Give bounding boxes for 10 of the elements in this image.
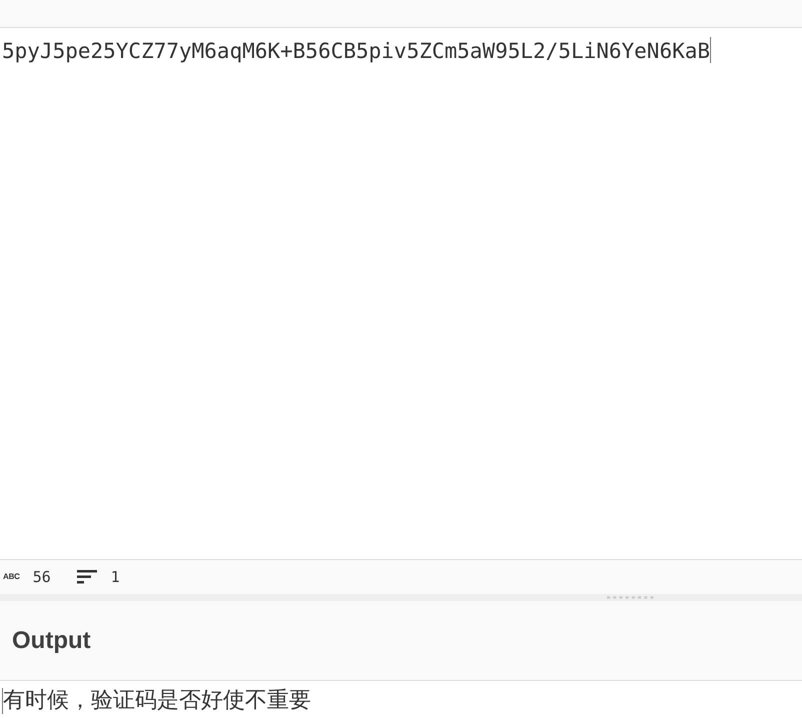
text-cursor xyxy=(2,688,3,714)
input-text: 5pyJ5pe25YCZ77yM6aqM6K+B56CB5piv5ZCm5aW95L2/5LiN6YeN6KaB xyxy=(2,38,710,65)
line-count: 1 xyxy=(110,566,120,588)
output-title: Output xyxy=(12,626,91,656)
text-cursor xyxy=(710,37,712,63)
characters-icon: ABC xyxy=(3,573,20,581)
output-text: 有时候，验证码是否好使不重要 xyxy=(3,687,311,715)
lines-icon xyxy=(76,570,97,584)
drag-handle-icon[interactable] xyxy=(606,596,656,599)
character-count: 56 xyxy=(32,566,51,588)
